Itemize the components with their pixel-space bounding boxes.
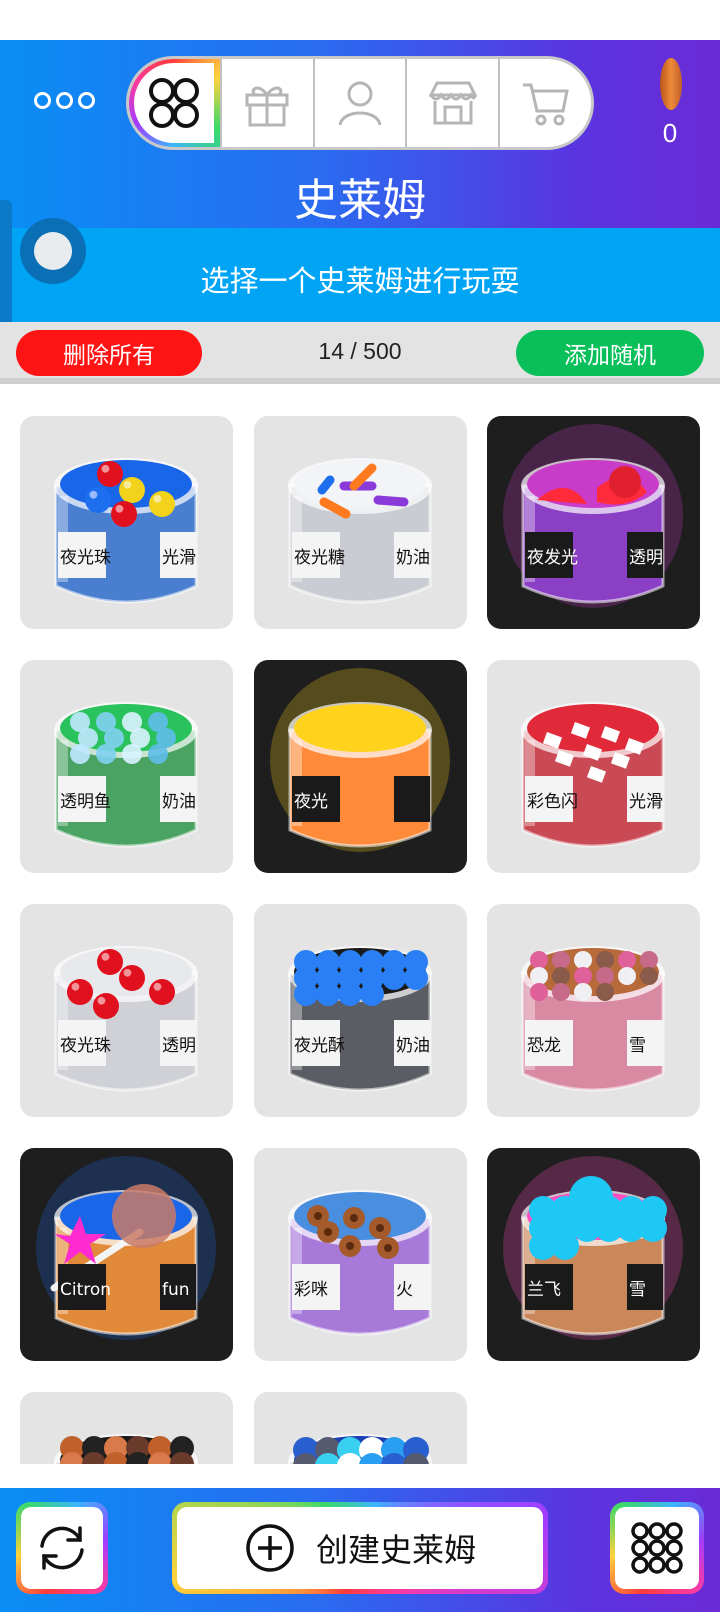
coin-count: 0 bbox=[662, 118, 678, 148]
action-bar: 删除所有 14 / 500 添加随机 bbox=[0, 322, 720, 384]
slime-jar-image: 兰飞 雪 bbox=[503, 1156, 683, 1340]
jar-label-left-text: 兰飞 bbox=[527, 1280, 561, 1300]
slime-card[interactable]: 兰飞 雪 bbox=[487, 1148, 700, 1361]
jar-label-left-text: 透明鱼 bbox=[60, 792, 111, 812]
jar-label-left-text: 夜光珠 bbox=[60, 548, 111, 568]
subtitle-bar: 选择一个史莱姆进行玩耍 bbox=[0, 228, 720, 322]
slime-card[interactable] bbox=[254, 1392, 467, 1464]
menu-button[interactable] bbox=[34, 92, 95, 109]
menu-dot-icon bbox=[56, 92, 73, 109]
jar-label-right-text: 奶油 bbox=[396, 548, 430, 568]
jar-label-right-text: 透明 bbox=[162, 1036, 196, 1056]
jar-label-left-text: 夜光 bbox=[294, 792, 328, 812]
subtitle-text: 选择一个史莱姆进行玩耍 bbox=[200, 264, 520, 298]
tab-profile[interactable] bbox=[312, 59, 406, 147]
slime-card[interactable]: 夜发光 透明 bbox=[487, 416, 700, 629]
collection-button[interactable] bbox=[610, 1502, 704, 1594]
jar-label-right-text: 雪 bbox=[629, 1036, 646, 1056]
toggle-knob[interactable] bbox=[20, 218, 86, 284]
jar-label-left-text: 彩咪 bbox=[294, 1280, 328, 1300]
slime-card[interactable]: 夜光酥 奶油 bbox=[254, 904, 467, 1117]
jar-label-right-text: fun bbox=[162, 1280, 190, 1300]
delete-all-button[interactable]: 删除所有 bbox=[16, 330, 202, 376]
slime-jar-image: 夜光珠 光滑 bbox=[54, 458, 198, 604]
jar-label-left-text: 夜光珠 bbox=[60, 1036, 111, 1056]
refresh-button[interactable] bbox=[16, 1502, 108, 1594]
create-slime-button[interactable]: 创建史莱姆 bbox=[172, 1502, 548, 1594]
page-title: 史莱姆 bbox=[294, 175, 426, 226]
slime-jar-image: 夜光酥 奶油 bbox=[288, 946, 432, 1092]
slime-jar-image: 夜光糖 奶油 bbox=[288, 458, 432, 604]
add-random-button[interactable]: 添加随机 bbox=[516, 330, 704, 376]
slime-card[interactable]: 彩色闪 光滑 bbox=[487, 660, 700, 873]
bottom-bar: 创建史莱姆 bbox=[0, 1488, 720, 1612]
collection-grid-icon bbox=[631, 1522, 683, 1574]
menu-dot-icon bbox=[34, 92, 51, 109]
slime-card[interactable]: 恐龙 雪 bbox=[487, 904, 700, 1117]
slime-card[interactable] bbox=[20, 1392, 233, 1464]
slime-card[interactable]: Citron fun bbox=[20, 1148, 233, 1361]
coin-icon bbox=[660, 58, 682, 110]
jar-label-left-text: 夜发光 bbox=[527, 548, 578, 568]
top-tab-bar bbox=[126, 56, 594, 150]
tab-slimes[interactable] bbox=[129, 59, 220, 147]
slime-jar-image: 彩咪 火 bbox=[288, 1190, 432, 1336]
tab-gifts[interactable] bbox=[219, 59, 313, 147]
jar-label-left-text: 彩色闪 bbox=[527, 792, 578, 812]
slime-card[interactable]: 夜光 bbox=[254, 660, 467, 873]
plus-circle-icon bbox=[246, 1524, 294, 1572]
jar-label-right-text: 火 bbox=[396, 1280, 413, 1300]
slime-card[interactable]: 夜光珠 透明 bbox=[20, 904, 233, 1117]
slime-card[interactable]: 彩咪 火 bbox=[254, 1148, 467, 1361]
tab-cart[interactable] bbox=[498, 59, 591, 147]
shop-icon bbox=[428, 81, 478, 125]
slime-jar-image: 夜光 bbox=[270, 668, 450, 852]
jar-label-right-text: 奶油 bbox=[162, 792, 196, 812]
create-slime-label: 创建史莱姆 bbox=[315, 1531, 476, 1569]
jar-label-left-text: 夜光酥 bbox=[294, 1036, 345, 1056]
tab-shop[interactable] bbox=[405, 59, 498, 147]
slime-jar-image: 夜光珠 透明 bbox=[54, 946, 198, 1092]
jar-label-right-text: 光滑 bbox=[629, 792, 663, 812]
jar-label-left-text: 夜光糖 bbox=[294, 548, 345, 568]
cart-icon bbox=[522, 83, 569, 126]
refresh-icon bbox=[40, 1526, 84, 1570]
slime-jar-image: 恐龙 雪 bbox=[521, 946, 665, 1092]
slime-jar-image: 彩色闪 光滑 bbox=[521, 702, 665, 848]
jar-label-right-text: 雪 bbox=[629, 1280, 646, 1300]
app-root: 0 史莱姆 选择一个史莱姆进行玩耍 删除所有 14 / 500 添加随机 夜光珠… bbox=[0, 0, 720, 1612]
menu-dot-icon bbox=[78, 92, 95, 109]
slime-jar-image bbox=[288, 1434, 432, 1464]
slime-jar-image: 夜发光 透明 bbox=[503, 424, 683, 608]
slime-jar-image bbox=[54, 1434, 198, 1464]
slime-card[interactable]: 透明鱼 奶油 bbox=[20, 660, 233, 873]
jar-label-left-text: 恐龙 bbox=[527, 1036, 561, 1056]
slime-card[interactable]: 夜光珠 光滑 bbox=[20, 416, 233, 629]
slime-jar-image: 透明鱼 奶油 bbox=[54, 702, 198, 848]
jar-label-right-text: 透明 bbox=[629, 548, 663, 568]
slime-grid-icon bbox=[148, 78, 199, 128]
gift-icon bbox=[245, 86, 289, 127]
jar-label-left-text: Citron bbox=[60, 1280, 111, 1300]
slime-jar-image: Citron fun bbox=[36, 1156, 216, 1340]
slime-card[interactable]: 夜光糖 奶油 bbox=[254, 416, 467, 629]
jar-label-right bbox=[394, 776, 430, 822]
slime-counter: 14 / 500 bbox=[318, 338, 402, 364]
user-icon bbox=[338, 81, 382, 126]
status-bar bbox=[0, 0, 720, 40]
jar-label-right-text: 光滑 bbox=[162, 548, 196, 568]
jar-label-right-text: 奶油 bbox=[396, 1036, 430, 1056]
